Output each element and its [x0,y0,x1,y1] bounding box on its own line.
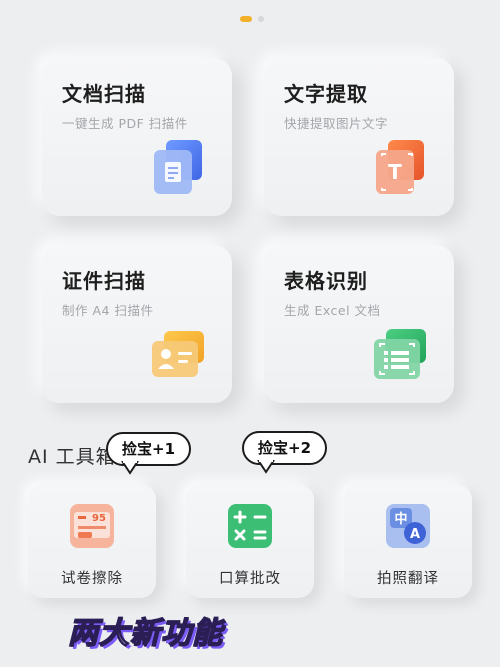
card-subtitle: 制作 A4 扫描件 [62,303,154,318]
document-scan-icon [154,140,202,194]
card-text-extract[interactable]: 文字提取 快捷提取图片文字 T [264,58,454,216]
exam-erase-icon: 95 [70,504,114,548]
card-id-scan[interactable]: 证件扫描 制作 A4 扫描件 [42,245,232,403]
ai-tools-section-title: AI 工具箱 [28,446,116,468]
bubble-right: 捡宝+2 [242,431,328,474]
bubble-left: 捡宝+1 [106,432,192,475]
card-subtitle: 快捷提取图片文字 [284,116,389,131]
tool-photo-translate[interactable]: 中 A 拍照翻译 [344,484,472,598]
page-dot [258,16,264,22]
tool-exam-erase[interactable]: 95 试卷擦除 [28,484,156,598]
tool-label: 口算批改 [219,571,281,587]
tool-label: 试卷擦除 [61,571,123,587]
card-document-scan[interactable]: 文档扫描 一键生成 PDF 扫描件 [42,58,232,216]
text-extract-glyph: T [388,160,402,184]
card-subtitle: 一键生成 PDF 扫描件 [62,116,188,131]
tool-math-check[interactable]: 口算批改 [186,484,314,598]
text-extract-icon: T [376,140,424,194]
card-title: 证件扫描 [62,269,146,293]
translate-target-glyph: A [410,527,420,542]
exam-score: 95 [92,513,106,524]
math-check-icon [228,504,272,548]
card-title: 文字提取 [284,82,368,106]
card-title: 表格识别 [284,269,368,293]
photo-translate-icon: 中 A [386,504,430,548]
bubble-tail-icon [257,460,275,474]
tool-label: 拍照翻译 [377,571,439,587]
page-dot-active [240,16,252,22]
bubble-tail-icon [121,461,139,475]
bubble-left-text: 捡宝+1 [122,440,176,458]
id-card-scan-icon [152,331,204,377]
page-indicator [240,16,264,22]
card-subtitle: 生成 Excel 文档 [284,303,381,318]
translate-source-glyph: 中 [394,511,407,527]
table-recognition-icon [374,329,426,379]
card-title: 文档扫描 [62,82,146,106]
card-table-recognition[interactable]: 表格识别 生成 Excel 文档 [264,245,454,403]
promo-caption: 两大新功能 [67,615,223,652]
bubble-right-text: 捡宝+2 [258,439,312,457]
